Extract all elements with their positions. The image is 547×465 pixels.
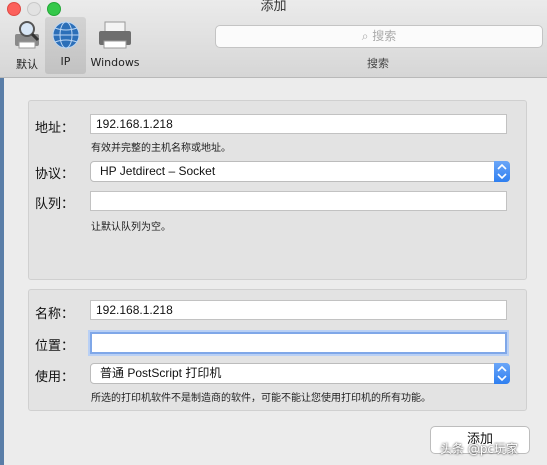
queue-hint: 让默认队列为空。 (91, 222, 171, 233)
protocol-label: 协议： (34, 167, 74, 182)
address-hint: 有效并完整的主机名称或地址。 (91, 143, 231, 154)
globe-icon (49, 21, 83, 54)
toolbar-item-label: 默认 (16, 58, 38, 71)
background-window-edge (0, 78, 4, 465)
toolbar-item-label: Windows (90, 56, 140, 69)
default-printer-icon (11, 21, 43, 55)
toolbar: 添加 默认 IP Windows ⌕ 搜索 搜索 (0, 0, 547, 78)
address-label: 地址： (34, 121, 74, 136)
toolbar-item-windows[interactable]: Windows (88, 18, 142, 69)
location-field[interactable] (90, 332, 507, 354)
use-value: 普通 PostScript 打印机 (100, 366, 222, 380)
location-label: 位置： (34, 339, 74, 354)
use-label: 使用： (34, 370, 74, 385)
queue-field[interactable] (90, 191, 507, 211)
chevron-updown-icon (494, 363, 510, 384)
chevron-updown-icon (494, 161, 510, 182)
search-label: 搜索 (367, 57, 389, 70)
use-hint: 所选的打印机软件不是制造商的软件，可能不能让您使用打印机的所有功能。 (91, 393, 431, 404)
queue-label: 队列： (34, 197, 74, 212)
protocol-select[interactable]: HP Jetdirect – Socket (90, 161, 510, 182)
toolbar-item-ip[interactable]: IP (45, 17, 86, 74)
toolbar-item-label: IP (60, 55, 71, 68)
watermark: 头条 @pc玩家 (440, 442, 519, 456)
name-label: 名称： (34, 307, 74, 322)
use-select[interactable]: 普通 PostScript 打印机 (90, 363, 510, 384)
toolbar-item-default[interactable]: 默认 (8, 18, 46, 72)
address-field[interactable]: 192.168.1.218 (90, 114, 507, 134)
window-title: 添加 (260, 0, 287, 14)
windows-printer-icon (96, 21, 134, 55)
search-input[interactable]: ⌕ 搜索 (215, 25, 543, 48)
search-icon: ⌕ (361, 29, 369, 43)
protocol-value: HP Jetdirect – Socket (100, 164, 216, 178)
search-placeholder: 搜索 (372, 29, 397, 43)
name-field[interactable]: 192.168.1.218 (90, 300, 507, 320)
